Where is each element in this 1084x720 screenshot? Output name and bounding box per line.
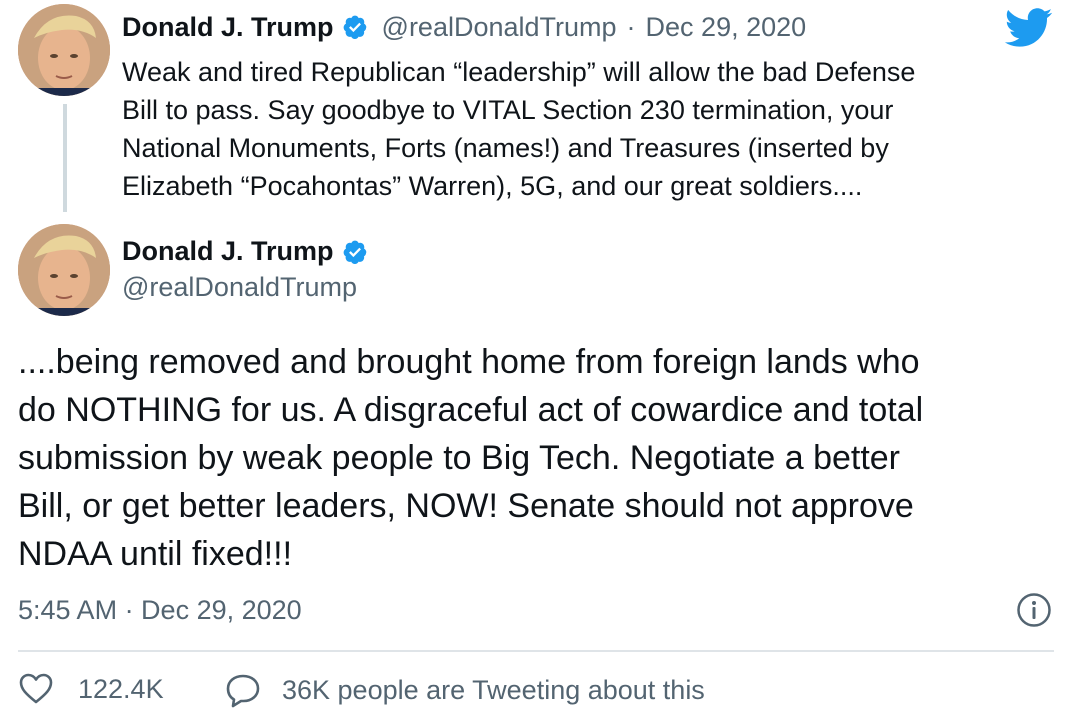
text-line: Bill to pass. Say goodbye to VITAL Secti… [122, 95, 894, 125]
text-line: submission by weak people to Big Tech. N… [18, 439, 901, 477]
tweet-date[interactable]: Dec 29, 2020 [646, 12, 807, 43]
heart-icon [18, 672, 54, 706]
author-name[interactable]: Donald J. Trump [122, 12, 334, 43]
text-line: NDAA until fixed!!! [18, 535, 293, 573]
verified-badge-icon [342, 239, 368, 265]
divider [18, 650, 1054, 652]
author-name[interactable]: Donald J. Trump [122, 236, 334, 267]
info-icon[interactable] [1016, 592, 1052, 628]
tweeting-about-link[interactable]: 36K people are Tweeting about this [224, 672, 705, 708]
main-tweet-text: ....being removed and brought home from … [18, 338, 1068, 578]
main-tweet-header: Donald J. Trump [122, 236, 368, 267]
text-line: National Monuments, Forts (names!) and T… [122, 133, 889, 163]
thread-connector [63, 104, 67, 212]
text-line: Elizabeth “Pocahontas” Warren), 5G, and … [122, 171, 863, 201]
tweeting-count-text: 36K people are Tweeting about this [282, 674, 705, 705]
author-handle[interactable]: @realDonaldTrump [122, 272, 357, 303]
text-line: Bill, or get better leaders, NOW! Senate… [18, 487, 914, 525]
speech-bubble-icon [224, 672, 262, 708]
twitter-bird-icon[interactable] [1004, 8, 1054, 48]
like-button[interactable]: 122.4K [18, 672, 164, 706]
like-count: 122.4K [78, 673, 164, 704]
text-line: Weak and tired Republican “leadership” w… [122, 57, 916, 87]
verified-badge-icon [342, 14, 368, 40]
avatar[interactable] [18, 224, 110, 316]
separator: · [626, 11, 636, 42]
text-line: ....being removed and brought home from … [18, 343, 920, 381]
tweet-timestamp[interactable]: 5:45 AM · Dec 29, 2020 [18, 595, 302, 626]
parent-tweet-text: Weak and tired Republican “leadership” w… [122, 53, 1052, 205]
author-handle[interactable]: @realDonaldTrump [382, 12, 617, 43]
parent-tweet-header: Donald J. Trump @realDonaldTrump · Dec 2… [122, 10, 806, 44]
avatar[interactable] [18, 4, 110, 96]
text-line: do NOTHING for us. A disgraceful act of … [18, 391, 924, 429]
